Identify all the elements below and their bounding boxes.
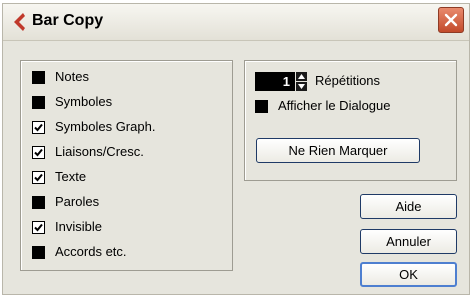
checkbox[interactable] bbox=[32, 196, 45, 209]
checkbox[interactable] bbox=[32, 121, 45, 134]
option-label: Paroles bbox=[55, 194, 100, 209]
ok-button[interactable]: OK bbox=[360, 262, 457, 287]
checkbox[interactable] bbox=[32, 146, 45, 159]
option-label: Accords etc. bbox=[55, 244, 127, 259]
arrow-up-icon bbox=[298, 74, 305, 79]
checkbox[interactable] bbox=[32, 246, 45, 259]
stepper-down-button[interactable] bbox=[296, 82, 307, 91]
checkbox[interactable] bbox=[32, 221, 45, 234]
repeat-panel: 1 Répétitions Afficher le Dialogue Ne Ri… bbox=[244, 60, 457, 181]
options-panel: Notes Symboles Symboles Graph. Liaisons/… bbox=[20, 60, 233, 271]
checkmark-icon bbox=[34, 173, 43, 182]
repetitions-label: Répétitions bbox=[315, 73, 381, 88]
show-dialog-label: Afficher le Dialogue bbox=[278, 98, 391, 113]
window-title: Bar Copy bbox=[32, 12, 104, 29]
cubase-logo-icon bbox=[14, 13, 25, 31]
checkbox[interactable] bbox=[32, 96, 45, 109]
bar-copy-dialog: Bar Copy Notes Symboles Symboles Graph. … bbox=[2, 3, 470, 295]
checkbox[interactable] bbox=[32, 171, 45, 184]
option-label: Notes bbox=[55, 69, 89, 84]
repetitions-field[interactable]: 1 bbox=[255, 72, 295, 91]
option-label: Symboles bbox=[55, 94, 113, 109]
close-icon bbox=[444, 13, 458, 27]
help-button[interactable]: Aide bbox=[360, 194, 457, 219]
checkmark-icon bbox=[34, 148, 43, 157]
option-label: Symboles Graph. bbox=[55, 119, 156, 134]
checkbox[interactable] bbox=[32, 71, 45, 84]
title-bar: Bar Copy bbox=[3, 4, 469, 41]
checkmark-icon bbox=[34, 223, 43, 232]
stepper-up-button[interactable] bbox=[296, 72, 307, 81]
option-label: Invisible bbox=[55, 219, 102, 234]
checkbox[interactable] bbox=[255, 100, 268, 113]
checkmark-icon bbox=[34, 123, 43, 132]
unmark-all-button[interactable]: Ne Rien Marquer bbox=[256, 138, 420, 163]
option-label: Liaisons/Cresc. bbox=[55, 144, 144, 159]
close-button[interactable] bbox=[438, 7, 464, 33]
option-label: Texte bbox=[55, 169, 87, 184]
cancel-button[interactable]: Annuler bbox=[360, 229, 457, 254]
repetitions-stepper bbox=[296, 72, 307, 91]
arrow-down-icon bbox=[298, 84, 305, 89]
